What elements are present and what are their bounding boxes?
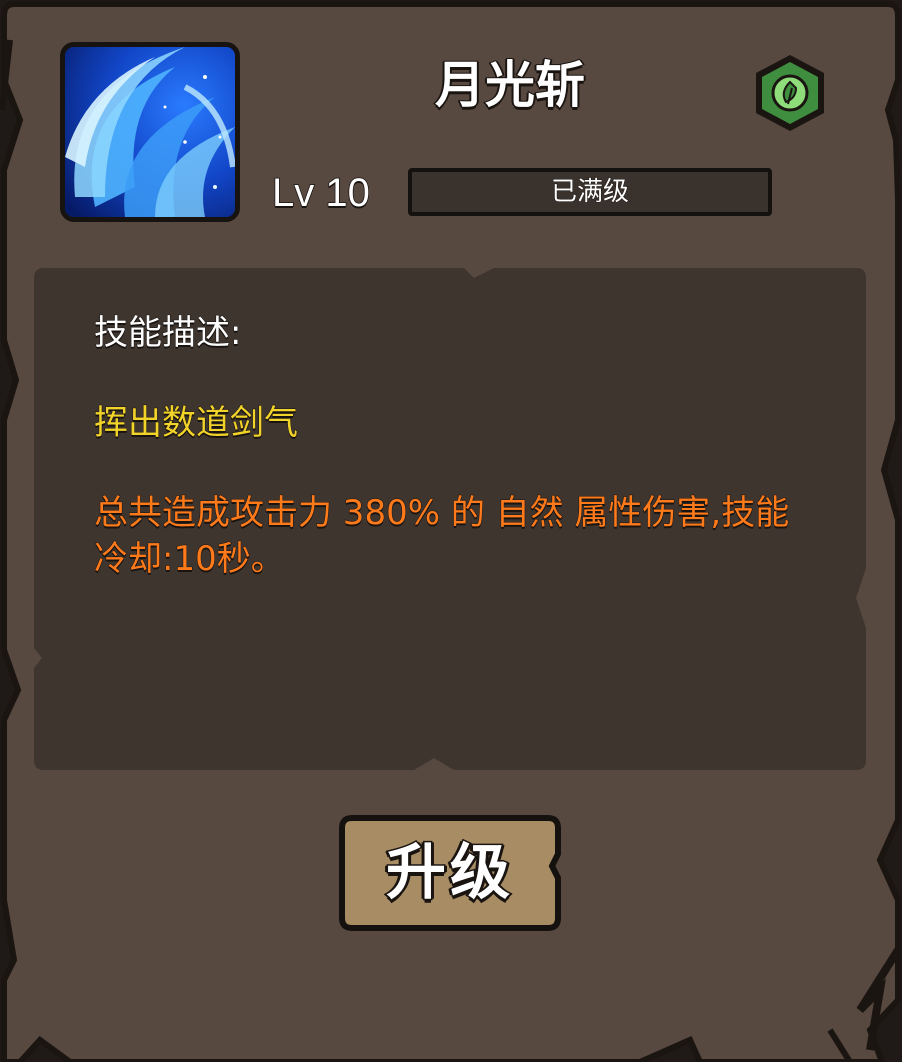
skill-icon xyxy=(60,42,240,222)
skill-detail-panel: 月光斩 Lv 10 已满级 技能描述: 挥出数道剑气 总共造成攻击力 380% … xyxy=(0,0,902,1062)
description-heading: 技能描述: xyxy=(93,313,242,354)
skill-name: 月光斩 xyxy=(434,55,586,115)
skill-detail: 总共造成攻击力 380% 的 自然 属性伤害,技能冷却:10秒。 xyxy=(94,493,790,580)
crescent-slash-icon xyxy=(65,47,235,217)
upgrade-label: 升级 xyxy=(385,837,514,910)
leaf-icon xyxy=(756,55,824,131)
max-level-status: 已满级 xyxy=(550,177,629,208)
level-progress-bar: 已满级 xyxy=(408,168,772,216)
upgrade-button[interactable]: 升级 xyxy=(338,814,562,932)
skill-summary: 挥出数道剑气 xyxy=(94,403,299,444)
level-label: Lv 10 xyxy=(271,170,370,216)
